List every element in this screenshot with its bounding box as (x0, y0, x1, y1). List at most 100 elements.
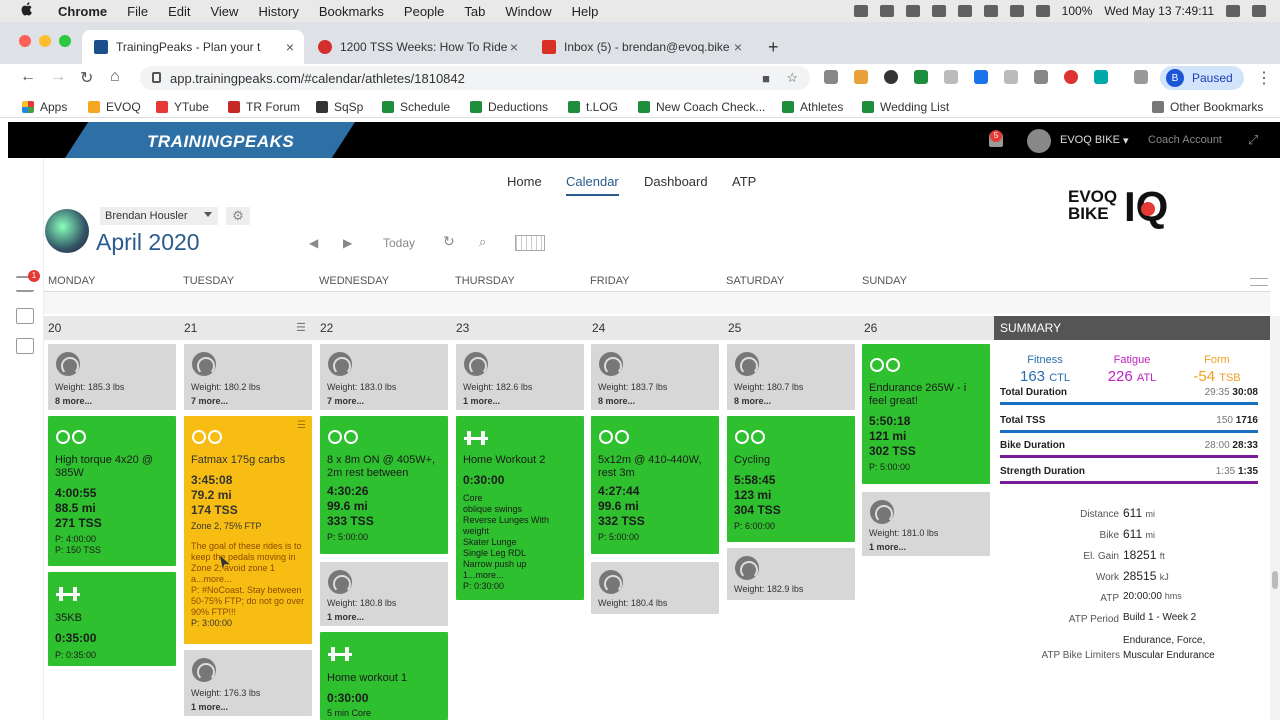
extension-icon[interactable] (914, 70, 928, 84)
more-link[interactable]: 1 more... (456, 396, 584, 407)
bookmark-tlog[interactable]: t.LOG (568, 100, 618, 114)
tab-gmail[interactable]: Inbox (5) - brendan@evoq.bike × (530, 30, 752, 64)
metrics-card[interactable]: Weight: 176.3 lbs 1 more... (184, 650, 312, 716)
bluetooth-icon[interactable] (983, 5, 998, 17)
metrics-card[interactable]: Weight: 183.0 lbs 7 more... (320, 344, 448, 410)
nav-atp[interactable]: ATP (732, 174, 756, 189)
lock-icon[interactable] (152, 72, 161, 83)
extension-icon[interactable] (1034, 70, 1048, 84)
more-link[interactable]: 7 more... (184, 396, 312, 407)
coach-account-link[interactable]: Coach Account (1148, 122, 1222, 158)
library-icon[interactable] (16, 308, 34, 324)
metrics-card[interactable]: Weight: 182.6 lbs 1 more... (456, 344, 584, 410)
workout-card[interactable]: Home workout 1 0:30:00 5 min Core (320, 632, 448, 720)
menu-window[interactable]: Window (495, 4, 561, 19)
extension-icon[interactable] (974, 70, 988, 84)
workout-card[interactable]: Home Workout 2 0:30:00 Core oblique swin… (456, 416, 584, 600)
calendar-menu-icon[interactable] (1250, 278, 1268, 286)
app-tray-icon[interactable] (905, 5, 920, 17)
new-tab-button[interactable]: + (756, 30, 786, 64)
trainingpeaks-logo[interactable]: TRAININGPEAKS (65, 122, 355, 158)
bookmark-schedule[interactable]: Schedule (382, 100, 450, 114)
athlete-selector[interactable]: Brendan Housler (100, 207, 218, 225)
bookmark-star-icon[interactable]: ☆ (786, 70, 798, 86)
profile-button[interactable]: B Paused (1160, 66, 1244, 90)
forward-icon[interactable]: → (50, 68, 66, 86)
bookmark-tr-forum[interactable]: TR Forum (228, 100, 300, 114)
extension-icon[interactable] (1094, 70, 1108, 84)
card-menu-icon[interactable]: ☰ (297, 420, 306, 431)
calendar-panel-icon[interactable] (16, 338, 34, 354)
bookmark-athletes[interactable]: Athletes (782, 100, 843, 114)
zoom-window-button[interactable] (59, 35, 71, 47)
metrics-card[interactable]: Weight: 183.7 lbs 8 more... (591, 344, 719, 410)
workout-card[interactable]: High torque 4x20 @ 385W 4:00:55 88.5 mi … (48, 416, 176, 566)
bookmark-ytube[interactable]: YTube (156, 100, 209, 114)
more-link[interactable]: 8 more... (591, 396, 719, 407)
workout-card[interactable]: 5x12m @ 410-440W, rest 3m 4:27:44 99.6 m… (591, 416, 719, 554)
address-bar[interactable]: app.trainingpeaks.com/#calendar/athletes… (140, 66, 810, 90)
next-month-icon[interactable]: ▶ (343, 236, 352, 250)
close-tab-icon[interactable]: × (734, 39, 742, 55)
metrics-card[interactable]: Weight: 181.0 lbs 1 more... (862, 492, 990, 556)
summary-scrollbar[interactable] (1270, 316, 1280, 720)
workout-card[interactable]: Cycling 5:58:45 123 mi 304 TSS P: 6:00:0… (727, 416, 855, 542)
clock[interactable]: Wed May 13 7:49:11 (1104, 4, 1214, 18)
extension-icon[interactable] (944, 70, 958, 84)
metrics-card[interactable]: Weight: 180.8 lbs 1 more... (320, 562, 448, 626)
search-icon[interactable]: ⌕ (479, 234, 486, 250)
workout-card[interactable]: 8 x 8m ON @ 405W+, 2m rest between 4:30:… (320, 416, 448, 554)
extension-icon[interactable] (1004, 70, 1018, 84)
close-tab-icon[interactable]: × (286, 39, 294, 55)
previous-month-icon[interactable]: ◀ (309, 236, 318, 250)
bookmark-wedding-list[interactable]: Wedding List (862, 100, 949, 114)
bookmark-sqsp[interactable]: SqSp (316, 100, 363, 114)
nav-calendar[interactable]: Calendar (566, 174, 619, 196)
gear-icon[interactable]: ⚙ (226, 207, 250, 225)
more-link[interactable]: 1 more... (862, 542, 990, 553)
camera-icon[interactable]: ■ (762, 71, 770, 86)
more-link[interactable]: 7 more... (320, 396, 448, 407)
extension-icon[interactable] (1064, 70, 1078, 84)
metrics-card[interactable]: Weight: 180.7 lbs 8 more... (727, 344, 855, 410)
menu-history[interactable]: History (248, 4, 308, 19)
workout-card[interactable]: 35KB 0:35:00 P: 0:35:00 (48, 572, 176, 666)
menu-help[interactable]: Help (562, 4, 609, 19)
menu-app-name[interactable]: Chrome (48, 4, 117, 19)
time-machine-icon[interactable] (957, 5, 972, 17)
spotlight-icon[interactable] (1226, 5, 1240, 17)
menu-tab[interactable]: Tab (454, 4, 495, 19)
extension-icon[interactable] (884, 70, 898, 84)
minimize-window-button[interactable] (39, 35, 51, 47)
microphone-icon[interactable] (853, 5, 868, 17)
tab-tss-article[interactable]: 1200 TSS Weeks: How To Ride × (306, 30, 528, 64)
menu-people[interactable]: People (394, 4, 454, 19)
close-window-button[interactable] (19, 35, 31, 47)
user-menu[interactable]: EVOQ BIKE ▾ (1060, 122, 1129, 158)
today-button[interactable]: Today (383, 236, 415, 250)
menu-file[interactable]: File (117, 4, 158, 19)
menu-view[interactable]: View (200, 4, 248, 19)
nav-dashboard[interactable]: Dashboard (644, 174, 708, 189)
metrics-card[interactable]: Weight: 182.9 lbs (727, 548, 855, 600)
expand-icon[interactable]: ⤢ (1248, 132, 1258, 148)
menu-edit[interactable]: Edit (158, 4, 200, 19)
home-icon[interactable]: ⌂ (110, 68, 120, 86)
video-icon[interactable] (879, 5, 894, 17)
close-tab-icon[interactable]: × (510, 39, 518, 55)
more-link[interactable]: 8 more... (727, 396, 855, 407)
calendar-picker-icon[interactable] (515, 235, 545, 251)
wifi-icon[interactable] (1009, 5, 1024, 17)
user-avatar[interactable] (1027, 129, 1051, 153)
dropbox-icon[interactable] (931, 5, 946, 17)
drive-extension-icon[interactable] (824, 70, 838, 84)
bookmark-deductions[interactable]: Deductions (470, 100, 548, 114)
volume-icon[interactable] (1035, 5, 1050, 17)
more-link[interactable]: 8 more... (48, 396, 176, 407)
chrome-menu-icon[interactable]: ⋮ (1256, 68, 1272, 88)
back-icon[interactable]: ← (20, 68, 36, 86)
day-menu-icon[interactable]: ☰ (296, 321, 306, 334)
metrics-card[interactable]: Weight: 180.2 lbs 7 more... (184, 344, 312, 410)
athlete-avatar[interactable] (45, 209, 89, 253)
other-bookmarks[interactable]: Other Bookmarks (1152, 100, 1263, 114)
